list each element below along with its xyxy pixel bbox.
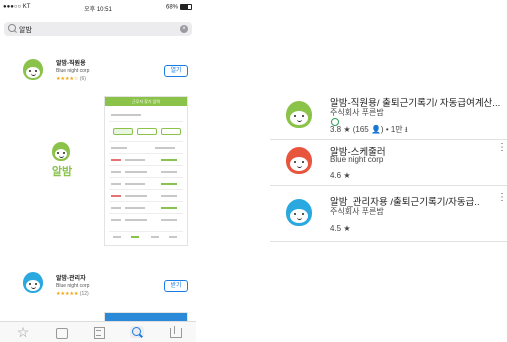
play-result-scheduler[interactable]: 알밤-스케줄러 Blue night corp 4.6 ★ ⋮ [270,140,507,182]
app-developer: Blue night corp [56,68,90,74]
play-result-employee[interactable]: 알밤-직원용/ 출퇴근기록기/ 자동급여계산... 주식회사 푸른밤 3.8 ★… [270,88,507,138]
get-button[interactable]: 받기 [164,280,188,292]
mascot-icon [286,101,312,128]
search-icon [8,24,16,32]
app-screenshot: 근무자 찾기 입력 [104,96,188,246]
app-rating: ★★★★☆ (6) [56,76,86,82]
app-icon-employee [284,100,314,130]
mascot-icon [286,199,312,226]
clear-icon[interactable]: × [180,25,188,33]
app-rating: ★★★★★ (12) [56,291,89,297]
splash-wordmark: 알밤 [51,166,73,178]
app-rating: 3.8 ★ (165 👤) • 1만 ⭳ [330,125,408,134]
search-query: 알밤 [19,27,32,34]
app-icon-manager [20,270,46,296]
list-icon[interactable] [92,326,106,339]
battery-indicator: 68% [166,4,192,11]
app-developer: Blue night corp [56,283,90,289]
mascot-icon [23,272,43,293]
more-vert-icon[interactable]: ⋮ [497,193,507,203]
app-developer: Blue night corp [330,155,384,164]
battery-label: 68% [165,4,178,11]
updates-icon[interactable] [168,326,182,338]
featured-star-icon[interactable]: ☆ [16,325,30,339]
open-button[interactable]: 열기 [164,65,188,77]
search-input[interactable]: 알밤 × [4,22,192,36]
categories-icon[interactable] [54,326,68,339]
screenshot-header: 근무자 찾기 입력 [105,97,187,106]
app-developer: 주식회사 푸른밤 [330,108,384,117]
app-icon-scheduler [284,146,314,176]
ios-app-store-panel: ●●●○○ KT 오후 10:51 68% 알밤 × 알밤-직원용 Blue n… [0,0,196,342]
google-play-panel: 알밤-직원용/ 출퇴근기록기/ 자동급여계산... 주식회사 푸른밤 3.8 ★… [270,88,507,248]
app-rating: 4.6 ★ [330,171,351,180]
app-developer: 주식회사 푸른밤 [330,207,384,216]
divider [270,241,507,242]
app-icon-manager [284,198,314,228]
app-title: 알밤-직원용 [56,61,86,67]
splash-screenshot: 알밤 [42,142,82,179]
app-icon-employee [20,57,46,83]
search-tab-icon[interactable] [130,326,144,338]
mascot-icon [286,147,312,174]
play-result-manager[interactable]: 알밤_관리자용 /출퇴근기록기/자동급.. 주식회사 푸른밤 4.5 ★ ⋮ [270,186,507,238]
tab-bar: ☆ [0,321,196,342]
status-bar: ●●●○○ KT 오후 10:51 68% [0,0,196,14]
battery-icon [180,4,192,10]
more-vert-icon[interactable]: ⋮ [497,143,507,153]
app-title: 알밤-관리자 [56,276,86,282]
app-rating: 4.5 ★ [330,224,351,233]
mascot-icon [52,142,70,161]
mascot-icon [23,59,43,80]
